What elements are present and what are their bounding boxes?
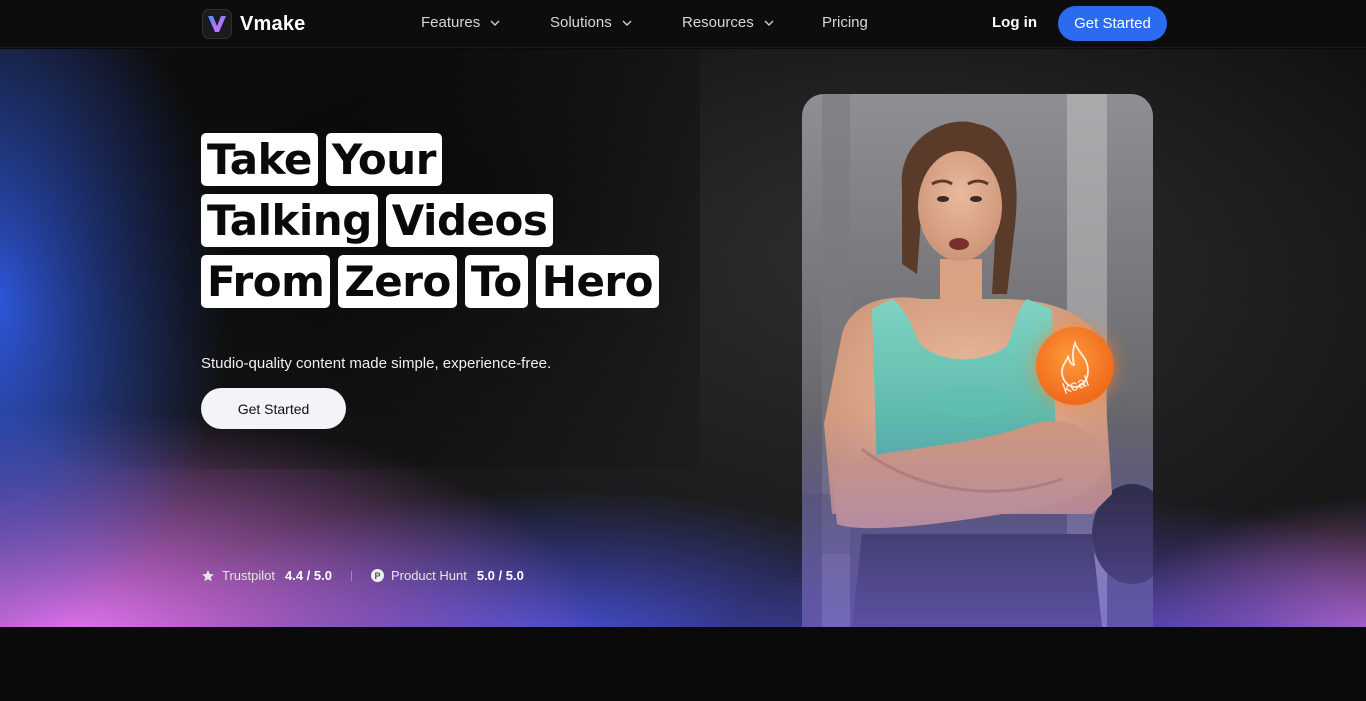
nav-item-solutions[interactable]: Solutions — [550, 14, 633, 31]
sticker-text: kcal — [1060, 373, 1091, 397]
get-started-hero-button[interactable]: Get Started — [201, 388, 346, 429]
ratings-bar: Trustpilot 4.4 / 5.0 P Product Hunt 5.0 … — [201, 568, 524, 583]
nav-item-label: Pricing — [822, 14, 868, 31]
headline-word: From — [201, 255, 331, 308]
nav-item-label: Solutions — [550, 14, 612, 31]
headline-row: From Zero To Hero — [201, 255, 701, 308]
rating-divider — [350, 570, 352, 581]
hero-subtitle: Studio-quality content made simple, expe… — [201, 355, 552, 372]
headline-word: To — [464, 255, 528, 308]
rating-product-hunt[interactable]: P Product Hunt 5.0 / 5.0 — [370, 568, 524, 583]
nav-item-features[interactable]: Features — [421, 14, 501, 31]
nav-item-label: Features — [421, 14, 481, 31]
kcal-sticker: kcal — [1036, 327, 1114, 405]
headline-word: Zero — [338, 255, 457, 308]
hero-section: Take Your Talking Videos From Zero To He… — [0, 49, 1366, 627]
rating-score: 5.0 / 5.0 — [476, 568, 524, 583]
get-started-nav-button[interactable]: Get Started — [1058, 6, 1167, 41]
nav-item-pricing[interactable]: Pricing — [822, 14, 868, 31]
headline-word: Hero — [535, 255, 659, 308]
page-bottom-area — [0, 627, 1366, 701]
rating-source: Product Hunt — [390, 568, 467, 583]
chevron-down-icon — [490, 20, 500, 26]
hero-headline: Take Your Talking Videos From Zero To He… — [201, 133, 701, 316]
hero-video-preview[interactable]: kcal — [802, 94, 1153, 627]
headline-word: Talking — [201, 194, 378, 247]
nav-item-resources[interactable]: Resources — [682, 14, 775, 31]
login-link[interactable]: Log in — [992, 14, 1037, 31]
star-icon — [202, 569, 214, 581]
chevron-down-icon — [622, 20, 632, 26]
top-navbar: Vmake Features Solutions Resources Prici… — [0, 0, 1366, 48]
headline-row: Take Your — [201, 133, 701, 186]
product-hunt-icon: P — [370, 569, 384, 582]
rating-source: Trustpilot — [222, 568, 275, 583]
chevron-down-icon — [764, 20, 774, 26]
brand-logo[interactable]: Vmake — [202, 9, 306, 39]
flame-icon: kcal — [1060, 340, 1091, 397]
v-logo-icon — [202, 9, 232, 39]
headline-word: Your — [325, 133, 442, 186]
rating-score: 4.4 / 5.0 — [284, 568, 332, 583]
headline-row: Talking Videos — [201, 194, 701, 247]
brand-name: Vmake — [240, 12, 306, 35]
nav-item-label: Resources — [682, 14, 754, 31]
rating-trustpilot[interactable]: Trustpilot 4.4 / 5.0 — [201, 568, 332, 583]
headline-word: Videos — [385, 194, 554, 247]
headline-word: Take — [201, 133, 318, 186]
